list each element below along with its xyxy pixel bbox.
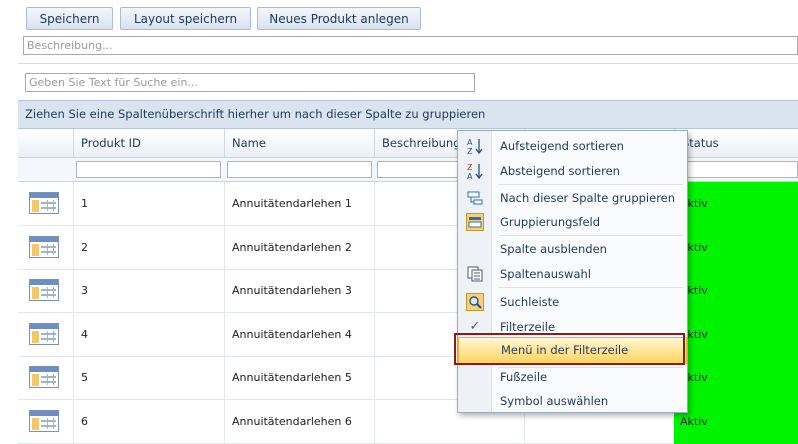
cell-product-id: 5 xyxy=(73,356,224,401)
menu-item-filter-row-menu[interactable]: Menü in der Filterzeile xyxy=(458,337,687,364)
menu-item-sort-ascending[interactable]: AZ Aufsteigend sortieren xyxy=(458,134,687,158)
cell-status: Aktiv xyxy=(674,182,798,226)
menu-item-label: Filterzeile xyxy=(500,320,556,334)
search-input[interactable]: Geben Sie Text für Suche ein... xyxy=(25,73,475,92)
menu-item-hide-column[interactable]: Spalte ausblenden xyxy=(458,237,687,261)
cell-name: Annuitätendarlehen 4 xyxy=(224,312,374,357)
filter-product-id-input[interactable] xyxy=(76,161,221,178)
cell-product-id: 1 xyxy=(73,182,224,226)
menu-separator xyxy=(498,287,683,288)
header-icon-column xyxy=(18,129,73,158)
cell-name: Annuitätendarlehen 5 xyxy=(224,356,374,401)
menu-item-label: Symbol auswählen xyxy=(500,394,609,408)
save-layout-button[interactable]: Layout speichern xyxy=(120,7,251,30)
menu-separator xyxy=(498,184,683,185)
menu-item-column-chooser[interactable]: Spaltenauswahl xyxy=(458,262,687,286)
menu-item-group-panel[interactable]: Gruppierungsfeld xyxy=(458,210,687,234)
cell-product-id: 2 xyxy=(73,225,224,270)
cell-status: Aktiv xyxy=(674,225,798,270)
menu-item-footer[interactable]: Fußzeile xyxy=(458,365,687,389)
group-by-panel[interactable]: Ziehen Sie eine Spaltenüberschrift hierh… xyxy=(18,100,798,129)
cell-status: Aktiv xyxy=(674,312,798,357)
menu-item-label: Nach dieser Spalte gruppieren xyxy=(500,191,676,205)
description-field[interactable]: Beschreibung... xyxy=(23,36,798,55)
menu-item-label: Aufsteigend sortieren xyxy=(500,139,624,153)
cell-product-id: 4 xyxy=(73,312,224,357)
divider xyxy=(18,63,798,64)
cell-product-id: 6 xyxy=(73,400,224,444)
column-context-menu: AZ Aufsteigend sortieren ZA Absteigend s… xyxy=(457,130,688,413)
header-product-id[interactable]: Produkt ID xyxy=(73,129,224,158)
group-panel-icon xyxy=(466,213,484,231)
cell-product-id: 3 xyxy=(73,269,224,314)
menu-separator xyxy=(498,235,683,236)
grid-row-icon[interactable] xyxy=(29,279,59,302)
grid-row-icon[interactable] xyxy=(29,192,59,214)
menu-item-label: Suchleiste xyxy=(500,295,560,309)
cell-name: Annuitätendarlehen 3 xyxy=(224,269,374,314)
grid-row-icon[interactable] xyxy=(29,366,59,389)
filter-name-input[interactable] xyxy=(227,161,372,178)
menu-item-label: Absteigend sortieren xyxy=(500,164,620,178)
checkmark-icon: ✓ xyxy=(469,319,481,334)
menu-item-filter-row[interactable]: ✓ Filterzeile xyxy=(458,315,687,339)
menu-item-search-panel[interactable]: Suchleiste xyxy=(458,290,687,314)
menu-item-choose-symbol[interactable]: Symbol auswählen xyxy=(458,389,687,413)
cell-status: Aktiv xyxy=(674,269,798,314)
menu-item-label: Fußzeile xyxy=(500,370,548,384)
header-name[interactable]: Name xyxy=(224,129,374,158)
grid-row-icon[interactable] xyxy=(29,235,59,258)
column-chooser-icon xyxy=(466,265,484,283)
svg-text:Z: Z xyxy=(467,147,473,155)
menu-item-label: Spaltenauswahl xyxy=(500,267,591,281)
header-status[interactable]: Status xyxy=(674,129,798,158)
save-button[interactable]: Speichern xyxy=(26,7,113,30)
sort-ascending-icon: AZ xyxy=(466,137,484,156)
group-by-column-icon xyxy=(466,189,484,207)
svg-text:A: A xyxy=(467,172,473,180)
new-product-button[interactable]: Neues Produkt anlegen xyxy=(257,7,421,30)
filter-status-input[interactable] xyxy=(677,161,798,178)
menu-item-sort-descending[interactable]: ZA Absteigend sortieren xyxy=(458,159,687,183)
svg-text:Z: Z xyxy=(467,163,473,172)
grid-row-icon[interactable] xyxy=(29,410,59,432)
cell-name: Annuitätendarlehen 2 xyxy=(224,225,374,270)
sort-descending-icon: ZA xyxy=(466,162,484,181)
menu-item-label: Gruppierungsfeld xyxy=(500,215,601,229)
cell-name: Annuitätendarlehen 1 xyxy=(224,182,374,226)
cell-name: Annuitätendarlehen 6 xyxy=(224,400,374,444)
menu-item-label: Menü in der Filterzeile xyxy=(501,343,629,357)
grid-row-icon[interactable] xyxy=(29,322,59,345)
cell-status: Aktiv xyxy=(674,356,798,401)
menu-item-label: Spalte ausblenden xyxy=(500,242,607,256)
svg-text:A: A xyxy=(467,138,473,147)
cell-status: Aktiv xyxy=(674,400,798,444)
menu-item-group-by-column[interactable]: Nach dieser Spalte gruppieren xyxy=(458,186,687,210)
search-panel-icon xyxy=(466,293,484,311)
